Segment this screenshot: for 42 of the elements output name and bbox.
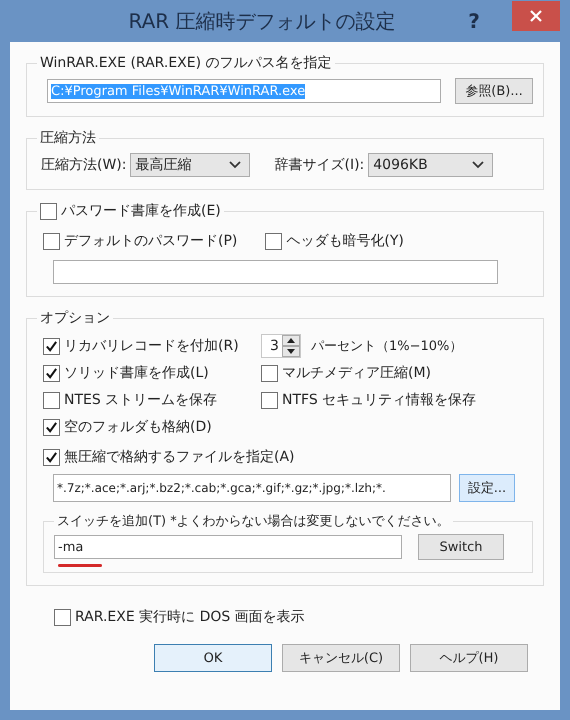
dictionary-label: 辞書サイズ(I): [274,156,364,174]
checkbox[interactable]: 無圧縮で格納するファイルを指定(A) [43,448,533,466]
method-dropdown[interactable]: 最高圧縮 [130,153,250,177]
checkmark-icon [45,420,58,434]
settings-button[interactable]: 設定... [459,474,515,502]
dictionary-dropdown[interactable]: 4096KB [368,153,494,177]
checkmark-icon [45,450,58,464]
dialog-button[interactable]: ヘルプ(H) [410,644,528,672]
chevron-icon [229,161,242,169]
help-button[interactable]: ? [454,8,494,34]
close-button[interactable] [512,1,560,31]
group-label: スイッチを追加(T) *よくわからない場合は変更しないでください。 [56,513,451,530]
checkbox[interactable]: デフォルトのパスワード(P) [43,232,238,250]
checkbox[interactable]: マルチメディア圧縮(M) [261,364,533,382]
switch-button[interactable]: Switch [418,534,504,560]
window-title: RAR 圧縮時デフォルトの設定 [127,8,397,34]
group-label: WinRAR.EXE (RAR.EXE) のフルパス名を指定 [39,54,333,72]
checkbox[interactable]: 空のフォルダも格納(D) [43,418,261,436]
checkbox[interactable]: ソリッド書庫を作成(L) [43,364,261,382]
password-field[interactable] [53,260,498,284]
dialog-button[interactable]: OK [154,644,272,672]
percent-label: パーセント（1%−10%） [311,338,462,355]
browse-button[interactable]: 参照(B)... [455,78,533,104]
dialog-button[interactable]: キャンセル(C) [282,644,400,672]
group-label: 圧縮方法 [39,129,97,147]
percent-spinner[interactable]: 3 [261,334,301,358]
checkbox[interactable]: ヘッダも暗号化(Y) [265,232,404,250]
group-label: オプション [39,309,111,327]
checkmark-icon [45,340,58,352]
checkbox[interactable]: リカバリレコードを付加(R) [43,333,261,359]
chevron-icon [472,161,484,169]
checkbox[interactable]: RAR.EXE 実行時に DOS 画面を表示 [54,608,544,626]
switch-field[interactable]: -ma [54,535,402,559]
file-types-field[interactable]: *.7z;*.ace;*.arj;*.bz2;*.cab;*.gca;*.gif;*.gz;*.jpg;*.lzh;*. [53,474,451,502]
spin-arrows-icon [282,335,300,357]
checkbox[interactable]: NTFS セキュリティ情報を保存 [261,391,533,409]
close-icon [529,9,543,23]
checkbox[interactable]: パスワード書庫を作成(E) [37,202,224,220]
checkmark-icon [45,366,58,380]
checkbox[interactable]: NTES ストリームを保存 [43,391,261,409]
method-label: 圧縮方法(W): [41,156,126,174]
underline-mark [58,564,102,567]
